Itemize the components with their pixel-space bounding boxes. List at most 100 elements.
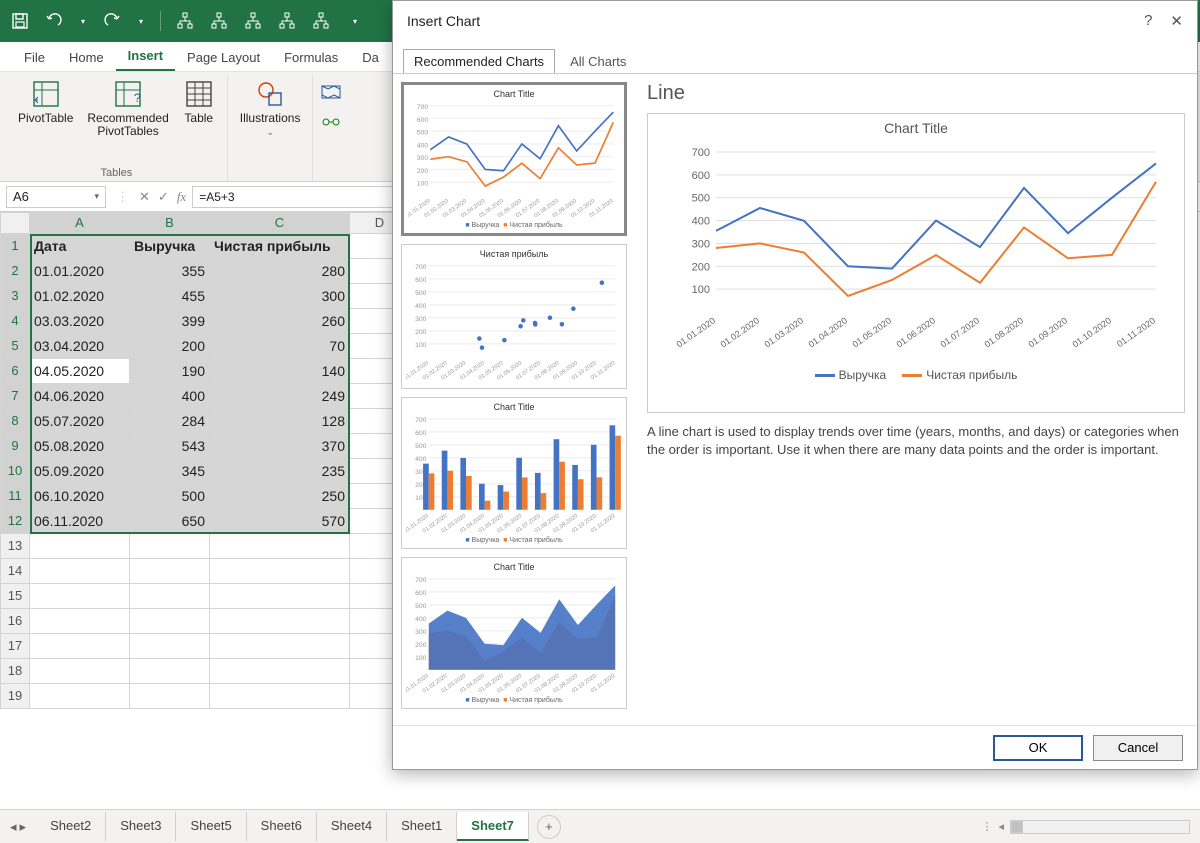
col-header-B[interactable]: B	[130, 212, 210, 234]
row-header[interactable]: 10	[0, 459, 30, 484]
sheet-tab-sheet7[interactable]: Sheet7	[457, 812, 529, 841]
cell[interactable]	[30, 534, 130, 559]
horizontal-scrollbar[interactable]	[1010, 820, 1190, 834]
cell[interactable]: 03.04.2020	[30, 334, 130, 359]
sheet-tab-sheet2[interactable]: Sheet2	[36, 812, 106, 841]
sheet-tab-sheet4[interactable]: Sheet4	[317, 812, 387, 841]
cell[interactable]	[210, 559, 350, 584]
cell[interactable]: 05.09.2020	[30, 459, 130, 484]
sheet-tab-sheet1[interactable]: Sheet1	[387, 812, 457, 841]
cell[interactable]	[30, 659, 130, 684]
cell[interactable]	[30, 684, 130, 709]
row-header[interactable]: 16	[0, 609, 30, 634]
cell[interactable]: 01.01.2020	[30, 259, 130, 284]
row-header[interactable]: 17	[0, 634, 30, 659]
chart-thumbnail[interactable]: Chart Title 70060050040030020010001.01.2…	[401, 82, 627, 236]
row-header[interactable]: 5	[0, 334, 30, 359]
row-header[interactable]: 8	[0, 409, 30, 434]
cancel-button[interactable]: Cancel	[1093, 735, 1183, 761]
scroll-left-icon[interactable]: ◂	[998, 820, 1004, 833]
chevron-down-icon[interactable]: ▾	[78, 11, 88, 31]
row-header[interactable]: 14	[0, 559, 30, 584]
cell[interactable]: 280	[210, 259, 350, 284]
row-header[interactable]: 3	[0, 284, 30, 309]
ribbon-tab-da[interactable]: Da	[350, 44, 391, 71]
tab-all-charts[interactable]: All Charts	[559, 49, 637, 73]
hierarchy-icon[interactable]	[243, 11, 263, 31]
cell[interactable]	[130, 534, 210, 559]
cell[interactable]: 140	[210, 359, 350, 384]
row-header[interactable]: 19	[0, 684, 30, 709]
cell[interactable]	[130, 584, 210, 609]
recommended-pivot-button[interactable]: ? RecommendedPivotTables	[83, 76, 172, 140]
cell[interactable]	[30, 609, 130, 634]
smartart-icon[interactable]	[321, 112, 341, 132]
row-header[interactable]: 9	[0, 434, 30, 459]
preview-chart[interactable]: Chart Title 10020030040050060070001.01.2…	[647, 113, 1185, 413]
hierarchy-icon[interactable]	[311, 11, 331, 31]
cell[interactable]	[30, 634, 130, 659]
cell[interactable]: 05.07.2020	[30, 409, 130, 434]
ribbon-tab-home[interactable]: Home	[57, 44, 116, 71]
hierarchy-icon[interactable]	[277, 11, 297, 31]
cell[interactable]: 235	[210, 459, 350, 484]
chart-thumbnail[interactable]: Чистая прибыль 70060050040030020010001.0…	[401, 244, 627, 389]
cell[interactable]	[210, 609, 350, 634]
illustrations-button[interactable]: Illustrations ⌄	[236, 76, 305, 140]
chart-thumbnails[interactable]: Chart Title 70060050040030020010001.01.2…	[401, 82, 633, 717]
chart-thumbnail[interactable]: Chart Title 70060050040030020010001.01.2…	[401, 557, 627, 709]
cell[interactable]: 249	[210, 384, 350, 409]
cell[interactable]: 128	[210, 409, 350, 434]
cell[interactable]	[210, 534, 350, 559]
cell[interactable]	[130, 684, 210, 709]
hierarchy-icon[interactable]	[175, 11, 195, 31]
cell[interactable]: 250	[210, 484, 350, 509]
cell[interactable]: 650	[130, 509, 210, 534]
ribbon-tab-file[interactable]: File	[12, 44, 57, 71]
cell[interactable]: 345	[130, 459, 210, 484]
cell[interactable]	[30, 584, 130, 609]
row-header[interactable]: 6	[0, 359, 30, 384]
cell[interactable]	[130, 559, 210, 584]
row-header[interactable]: 7	[0, 384, 30, 409]
select-all-corner[interactable]	[0, 212, 30, 234]
row-header[interactable]: 4	[0, 309, 30, 334]
chart-thumbnail[interactable]: Chart Title 70060050040030020010001.01.2…	[401, 397, 627, 549]
row-header[interactable]: 11	[0, 484, 30, 509]
chevron-down-icon[interactable]: ▾	[136, 11, 146, 31]
row-header[interactable]: 2	[0, 259, 30, 284]
cell[interactable]: 04.05.2020	[30, 359, 130, 384]
cell[interactable]: 190	[130, 359, 210, 384]
fx-icon[interactable]: fx	[177, 189, 186, 205]
ok-button[interactable]: OK	[993, 735, 1083, 761]
col-header-A[interactable]: A	[30, 212, 130, 234]
cell[interactable]: Выручка	[130, 234, 210, 259]
cell[interactable]: 500	[130, 484, 210, 509]
cell[interactable]	[210, 634, 350, 659]
hierarchy-icon[interactable]	[209, 11, 229, 31]
chevron-down-icon[interactable]: ▾	[345, 11, 365, 31]
undo-icon[interactable]	[44, 11, 64, 31]
cell[interactable]	[130, 609, 210, 634]
ribbon-tab-insert[interactable]: Insert	[116, 42, 175, 71]
cell[interactable]: 200	[130, 334, 210, 359]
cell[interactable]	[130, 659, 210, 684]
row-header[interactable]: 12	[0, 509, 30, 534]
ribbon-tab-formulas[interactable]: Formulas	[272, 44, 350, 71]
help-icon[interactable]: ?	[1144, 12, 1152, 30]
chevron-down-icon[interactable]: ▾	[94, 191, 99, 202]
cancel-icon[interactable]: ✕	[139, 189, 150, 205]
ribbon-tab-page layout[interactable]: Page Layout	[175, 44, 272, 71]
cell[interactable]	[30, 559, 130, 584]
row-header[interactable]: 13	[0, 534, 30, 559]
cell[interactable]: Чистая прибыль	[210, 234, 350, 259]
next-sheet-icon[interactable]: ▸	[20, 819, 27, 835]
cell[interactable]: 03.03.2020	[30, 309, 130, 334]
save-icon[interactable]	[10, 11, 30, 31]
pivot-table-button[interactable]: PivotTable	[14, 76, 77, 127]
sheet-tab-sheet6[interactable]: Sheet6	[247, 812, 317, 841]
cell[interactable]: 400	[130, 384, 210, 409]
row-header[interactable]: 1	[0, 234, 30, 259]
cell[interactable]: 06.11.2020	[30, 509, 130, 534]
cell[interactable]: 70	[210, 334, 350, 359]
